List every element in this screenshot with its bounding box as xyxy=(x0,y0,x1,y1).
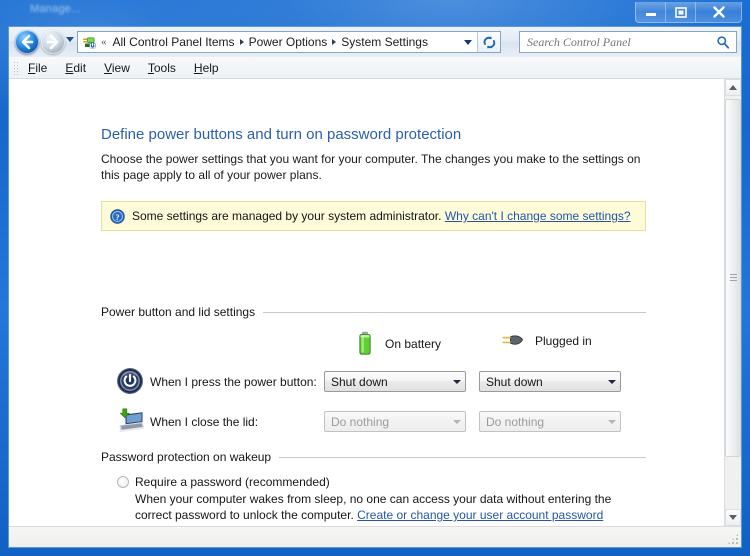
column-label-plugged-in: Plugged in xyxy=(535,334,592,348)
svg-text:?: ? xyxy=(115,211,119,221)
column-header-plugged-in: Plugged in xyxy=(499,331,592,351)
menu-drag-grip[interactable] xyxy=(12,59,19,76)
combo-power-button-on-battery[interactable]: Shut down xyxy=(324,371,466,392)
menu-item-edit[interactable]: Edit xyxy=(56,59,95,77)
power-options-icon xyxy=(83,37,96,49)
why-cant-i-change-settings-link[interactable]: Why can't I change some settings? xyxy=(445,209,631,223)
radio-description-require-password: When your computer wakes from sleep, no … xyxy=(135,491,647,523)
menu-item-file[interactable]: File xyxy=(19,59,56,77)
content-pane: Define power buttons and turn on passwor… xyxy=(9,79,741,526)
menu-item-tools[interactable]: Tools xyxy=(139,59,185,77)
breadcrumb-overflow-chevron[interactable]: « xyxy=(101,36,107,48)
window-client-area: « All Control Panel Items Power Options … xyxy=(8,26,742,548)
page-description: Choose the power settings that you want … xyxy=(101,152,641,182)
maximize-button[interactable] xyxy=(666,2,696,22)
scrollbar-thumb[interactable] xyxy=(725,99,741,457)
radio-button-require-password[interactable] xyxy=(117,476,129,488)
admin-notice-bar: ? Some settings are managed by your syst… xyxy=(101,201,646,231)
power-button-icon xyxy=(117,368,143,394)
breadcrumb-separator-icon xyxy=(332,39,337,45)
admin-notice-message: Some settings are managed by your system… xyxy=(132,209,442,223)
search-box[interactable]: Search Control Panel xyxy=(519,31,737,53)
laptop-lid-icon xyxy=(119,408,144,433)
combo-close-lid-on-battery-value: Do nothing xyxy=(331,414,390,429)
breadcrumb-power-options[interactable]: Power Options xyxy=(246,34,331,50)
admin-notice-text: Some settings are managed by your system… xyxy=(132,209,631,223)
search-icon xyxy=(717,36,730,49)
maximize-icon xyxy=(674,6,687,18)
label-when-close-lid: When I close the lid: xyxy=(150,415,259,429)
scrollbar-grip-icon xyxy=(730,274,737,282)
battery-icon xyxy=(359,331,371,355)
shield-info-icon: ? xyxy=(110,208,125,224)
menu-item-help[interactable]: Help xyxy=(185,59,228,77)
back-arrow-icon xyxy=(21,34,34,50)
section-title-power: Power button and lid settings xyxy=(101,305,256,319)
combo-power-button-on-battery-value: Shut down xyxy=(331,374,388,389)
chevron-down-icon xyxy=(603,419,620,424)
page-title: Define power buttons and turn on passwor… xyxy=(101,126,462,143)
close-button[interactable] xyxy=(696,2,741,22)
close-icon xyxy=(712,6,725,18)
refresh-icon xyxy=(483,35,495,49)
column-label-on-battery: On battery xyxy=(385,337,442,351)
scroll-up-button[interactable] xyxy=(725,79,741,96)
resize-grip-icon[interactable] xyxy=(727,533,739,545)
label-when-press-power-button: When I press the power button: xyxy=(150,375,317,389)
address-dropdown-button[interactable] xyxy=(458,32,478,52)
radio-option-require-password[interactable]: Require a password (recommended) When yo… xyxy=(117,475,647,523)
create-or-change-password-link[interactable]: Create or change your user account passw… xyxy=(357,508,603,522)
section-title-password: Password protection on wakeup xyxy=(101,450,272,464)
combo-close-lid-plugged-in-value: Do nothing xyxy=(486,414,545,429)
minimize-icon xyxy=(645,13,656,16)
title-bar[interactable]: Manage... xyxy=(0,0,750,26)
scroll-down-button[interactable] xyxy=(725,509,741,526)
status-bar xyxy=(9,526,741,547)
section-divider xyxy=(279,456,646,458)
triangle-up-icon xyxy=(729,85,737,90)
chevron-down-icon xyxy=(464,39,472,45)
chevron-down-icon xyxy=(603,379,620,384)
window-frame: Manage... « All Control Panel Items Powe… xyxy=(0,0,750,556)
forward-button[interactable] xyxy=(41,30,65,54)
section-header-password-protection: Password protection on wakeup xyxy=(101,450,646,464)
breadcrumb-separator-icon xyxy=(239,39,244,45)
breadcrumb-all-control-panel-items[interactable]: All Control Panel Items xyxy=(110,34,238,50)
menu-item-view[interactable]: View xyxy=(95,59,139,77)
vertical-scrollbar[interactable] xyxy=(724,79,741,526)
radio-option-require-password-head: Require a password (recommended) xyxy=(117,475,647,489)
window-controls xyxy=(635,2,742,23)
chevron-down-icon xyxy=(448,379,465,384)
radio-label-require-password: Require a password (recommended) xyxy=(135,475,330,489)
window-title: Manage... xyxy=(30,3,81,15)
column-header-on-battery: On battery xyxy=(355,331,441,357)
search-input[interactable]: Search Control Panel xyxy=(527,35,716,50)
address-toolbar: « All Control Panel Items Power Options … xyxy=(9,27,741,57)
combo-close-lid-on-battery: Do nothing xyxy=(324,411,466,432)
minimize-button[interactable] xyxy=(636,2,666,22)
combo-close-lid-plugged-in: Do nothing xyxy=(479,411,621,432)
menu-bar: File Edit View Tools Help xyxy=(9,57,741,79)
chevron-down-icon xyxy=(448,419,465,424)
power-plug-icon xyxy=(502,335,523,345)
section-divider xyxy=(263,311,646,313)
forward-arrow-icon xyxy=(46,34,59,50)
section-header-power-button-lid: Power button and lid settings xyxy=(101,305,646,319)
address-bar[interactable]: « All Control Panel Items Power Options … xyxy=(77,31,501,53)
triangle-down-icon xyxy=(729,515,737,520)
back-button[interactable] xyxy=(15,30,39,54)
combo-power-button-plugged-in-value: Shut down xyxy=(486,374,543,389)
combo-power-button-plugged-in[interactable]: Shut down xyxy=(479,371,621,392)
refresh-button[interactable] xyxy=(477,32,500,52)
recent-pages-button[interactable] xyxy=(66,37,74,42)
breadcrumb-system-settings[interactable]: System Settings xyxy=(338,34,431,50)
